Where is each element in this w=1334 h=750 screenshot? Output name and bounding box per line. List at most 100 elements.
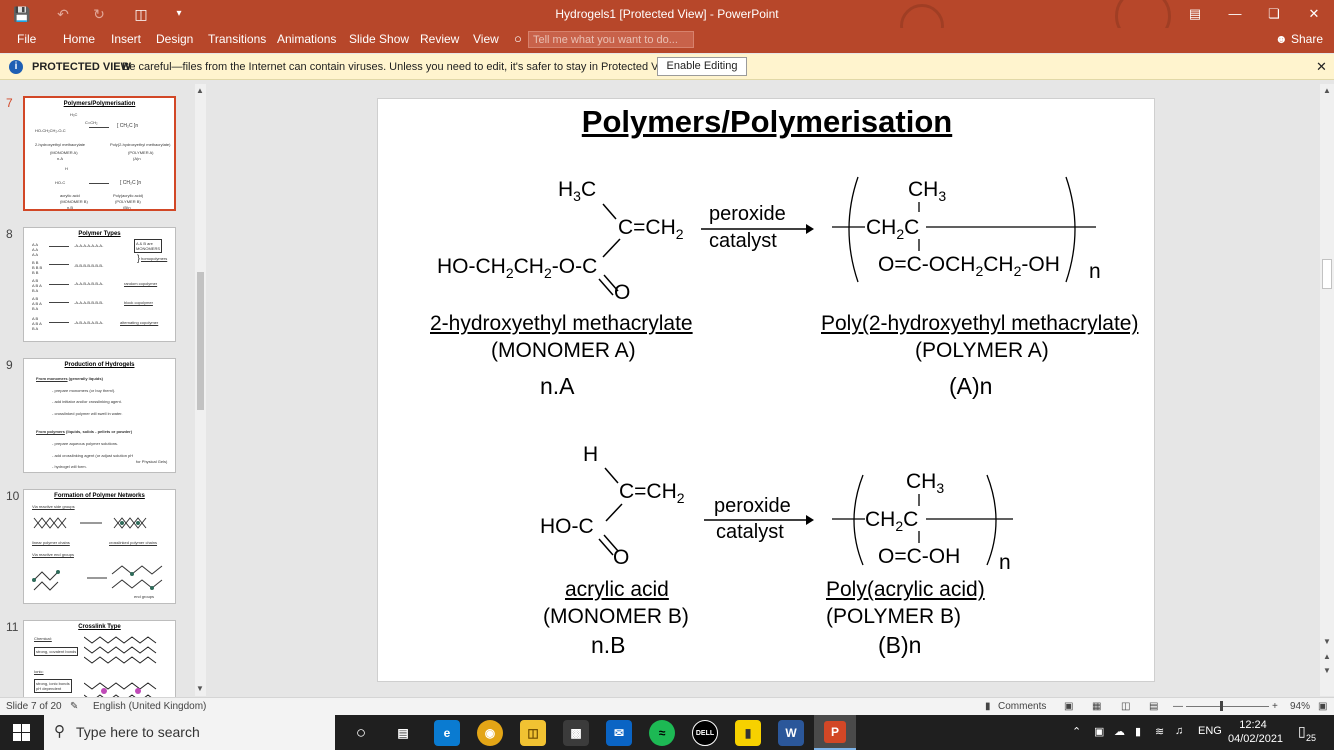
scroll-down-icon[interactable]: ▼ (1323, 637, 1331, 646)
tell-me-input[interactable]: Tell me what you want to do... (528, 31, 694, 48)
share-button[interactable]: ☻ Share (1275, 32, 1323, 46)
tray-overflow-icon[interactable]: ⌃ (1072, 725, 1081, 738)
mail-icon[interactable]: ✉ (606, 720, 632, 746)
ester-chain: HO-CH2CH2-O-C (437, 255, 597, 281)
zoom-level[interactable]: 94% (1290, 701, 1310, 712)
tab-review[interactable]: Review (420, 32, 459, 46)
thumb-text: } (137, 253, 141, 263)
language-indicator[interactable]: ENG (1198, 725, 1222, 737)
ribbon-display-icon[interactable]: ▤ (1175, 0, 1215, 28)
current-slide[interactable]: Polymers/Polymerisation H3C C=CH2 HO-CH2… (377, 98, 1155, 682)
thumb-text: HO-C (55, 180, 66, 185)
taskbar-search-box[interactable]: ⚲ Type here to search (44, 715, 335, 750)
thumb-text: Poly(acrylic acid) (113, 193, 144, 198)
slide-thumbnail-10[interactable]: Formation of Polymer Networks Via reacti… (23, 489, 176, 604)
thumb-title: Formation of Polymer Networks (54, 493, 145, 499)
thumb-text: strong, ionic bonds pH dependent (34, 679, 72, 693)
tab-animations[interactable]: Animations (277, 32, 336, 46)
oxygen-atom: O (613, 546, 629, 569)
bracket-left (848, 176, 859, 283)
tab-file[interactable]: File (17, 32, 36, 46)
notifications-icon[interactable]: ▯ (1298, 723, 1306, 740)
file-explorer-icon[interactable]: ◫ (520, 720, 546, 746)
slide-thumbnail-8[interactable]: Polymer Types A AA AA A -A-A-A-A-A-A-A- … (23, 227, 176, 342)
chrome-icon[interactable]: ◉ (477, 720, 503, 746)
scroll-up-icon[interactable]: ▲ (196, 86, 204, 95)
slide-thumbnail-9[interactable]: Production of Hydrogels From monomers (g… (23, 358, 176, 473)
slideshow-view-icon[interactable]: ▤ (1149, 701, 1158, 712)
tab-view[interactable]: View (473, 32, 499, 46)
carbonyl-bond (598, 278, 614, 296)
volume-icon[interactable]: ♫ (1175, 725, 1183, 737)
task-view-icon[interactable]: ▤ (390, 720, 416, 746)
window-title: Hydrogels1 [Protected View] - PowerPoint (555, 7, 779, 21)
scroll-up-icon[interactable]: ▲ (1323, 86, 1331, 95)
sticky-notes-icon[interactable]: ▮ (735, 720, 761, 746)
windows-start-icon[interactable] (13, 724, 30, 741)
thumb-text: H₃C (70, 112, 78, 117)
side-chain: O=C-OCH2CH2-OH (878, 253, 1060, 279)
reaction-diagram: H3C C=CH2 HO-CH2CH2-O-C O CH3 CH2C O=C-O… (437, 176, 1101, 574)
thumb-arrow (49, 264, 69, 265)
powerpoint-taskbar-button[interactable]: P (814, 715, 856, 750)
slide-sorter-icon[interactable]: ▦ (1092, 701, 1101, 712)
enable-editing-button[interactable]: Enable Editing (657, 57, 747, 76)
scrollbar-thumb[interactable] (1322, 259, 1332, 289)
close-button[interactable]: ✕ (1294, 0, 1334, 28)
reagent-peroxide-b: peroxide (714, 495, 791, 517)
thumb-text: - crosslinked polymer will swell in wate… (52, 411, 123, 416)
onedrive-icon[interactable]: ☁ (1114, 725, 1125, 738)
previous-slide-icon[interactable]: ▲ (1323, 652, 1331, 661)
thumb-arrow (49, 246, 69, 247)
person-icon: ☻ (1275, 32, 1288, 46)
info-icon: i (9, 60, 23, 74)
thumb-text: - prepare aqueous polymer solutions. (52, 441, 119, 446)
next-slide-icon[interactable]: ▼ (1323, 666, 1331, 675)
meet-now-icon[interactable]: ▣ (1094, 725, 1104, 738)
thumbnails-scrollbar[interactable]: ▲ ▼ (195, 84, 206, 696)
battery-icon[interactable]: ▮ (1135, 725, 1141, 738)
store-icon[interactable]: ▩ (563, 720, 589, 746)
fit-to-window-icon[interactable]: ▣ (1318, 701, 1327, 712)
restore-button[interactable]: ❏ (1254, 0, 1294, 28)
monomer-b-quantity: n.B (591, 632, 626, 658)
comments-button[interactable]: Comments (998, 701, 1046, 712)
close-infobar-icon[interactable]: ✕ (1316, 59, 1327, 75)
spelling-icon[interactable]: ✎ (70, 701, 78, 712)
thumb-text: From monomers (generally liquids) (36, 376, 103, 381)
minimize-button[interactable]: — (1215, 0, 1255, 28)
polymer-b-label: (POLYMER B) (826, 605, 961, 628)
carbonyl-bond (598, 538, 614, 556)
thumb-text: HO-CH₂CH₂-O-C (35, 128, 66, 133)
language[interactable]: English (United Kingdom) (93, 701, 206, 712)
word-icon[interactable]: W (778, 720, 804, 746)
scrollbar-thumb[interactable] (197, 272, 204, 410)
slide-scrollbar[interactable]: ▲ ▼ ▲ ▼ (1320, 84, 1334, 696)
normal-view-icon[interactable]: ▣ (1064, 701, 1073, 712)
zoom-in-icon[interactable]: + (1272, 701, 1278, 712)
tab-slide-show[interactable]: Slide Show (349, 32, 409, 46)
tab-transitions[interactable]: Transitions (208, 32, 266, 46)
edge-icon[interactable]: e (434, 720, 460, 746)
thumb-text: acrylic acid (60, 193, 80, 198)
tab-insert[interactable]: Insert (111, 32, 141, 46)
wifi-icon[interactable]: ≋ (1155, 725, 1164, 738)
zoom-slider-handle[interactable] (1220, 701, 1223, 711)
comments-icon[interactable]: ▮ (985, 701, 991, 712)
scroll-down-icon[interactable]: ▼ (196, 684, 204, 693)
slide-thumbnail-11[interactable]: Crosslink Type Chemical: strong, covalen… (23, 620, 176, 697)
backbone-group: CH2C (865, 508, 918, 534)
zoom-out-icon[interactable]: — (1173, 701, 1183, 712)
system-clock[interactable]: 12:24 04/02/2021 (1228, 718, 1283, 746)
spotify-icon[interactable]: ≈ (649, 720, 675, 746)
cortana-icon[interactable]: ○ (348, 720, 374, 746)
thumb-text: A AA AA A (32, 242, 39, 257)
reading-view-icon[interactable]: ◫ (1121, 701, 1130, 712)
slide-thumbnail-7[interactable]: Polymers/Polymerisation HO-CH₂CH₂-O-C H₃… (23, 96, 176, 211)
dell-icon[interactable]: DELL (692, 720, 718, 746)
zoom-slider[interactable] (1186, 706, 1269, 707)
tab-home[interactable]: Home (63, 32, 95, 46)
windows-taskbar: ⚲ Type here to search ○ ▤ e ◉ ◫ ▩ ✉ ≈ DE… (0, 715, 1334, 750)
tab-design[interactable]: Design (156, 32, 193, 46)
protected-view-message: Be careful—files from the Internet can c… (122, 61, 678, 73)
